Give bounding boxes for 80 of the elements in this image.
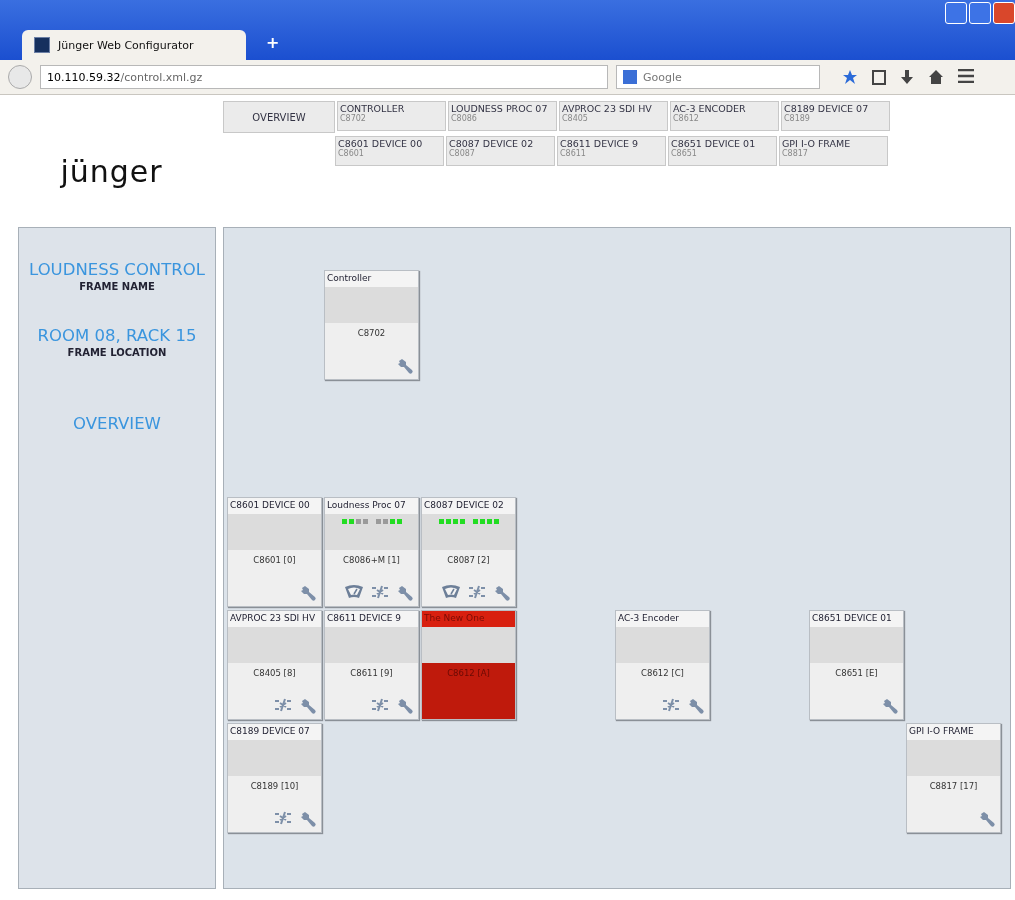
nav-item[interactable]: C8651 DEVICE 01 C8651	[668, 136, 777, 166]
device-address: C8611 [9]	[349, 668, 394, 678]
device-card[interactable]: C8601 DEVICE 00 C8601 [0]	[227, 497, 322, 607]
device-card[interactable]: AC-3 Encoder C8612 [C]	[615, 610, 710, 720]
device-address: C8086+M [1]	[342, 555, 401, 565]
nav-item[interactable]: C8611 DEVICE 9 C8611	[557, 136, 666, 166]
back-button[interactable]	[8, 65, 32, 89]
device-title: C8611 DEVICE 9	[325, 611, 418, 627]
device-title: The New One	[422, 611, 515, 627]
nav-item[interactable]: OVERVIEW	[223, 101, 335, 133]
device-card[interactable]: Controller C8702	[324, 270, 419, 380]
device-title: GPI I-O FRAME	[907, 724, 1000, 740]
nav-item[interactable]: C8087 DEVICE 02 C8087	[446, 136, 555, 166]
clipboard-icon[interactable]	[872, 69, 886, 85]
gauge-icon[interactable]	[344, 584, 364, 600]
device-card[interactable]: C8611 DEVICE 9 C8611 [9]	[324, 610, 419, 720]
device-title: Loudness Proc 07	[325, 498, 418, 514]
frame-location: ROOM 08, RACK 15	[37, 326, 197, 345]
maximize-button[interactable]	[969, 2, 991, 24]
device-card[interactable]: AVPROC 23 SDI HV C8405 [8]	[227, 610, 322, 720]
device-card[interactable]: Loudness Proc 07 C8086+M [1]	[324, 497, 419, 607]
device-card[interactable]: C8087 DEVICE 02 C8087 [2]	[421, 497, 516, 607]
device-card[interactable]: C8189 DEVICE 07 C8189 [10]	[227, 723, 322, 833]
device-address: C8087 [2]	[446, 555, 491, 565]
download-icon[interactable]	[900, 69, 914, 85]
network-icon[interactable]	[370, 697, 390, 713]
wrench-icon[interactable]	[493, 584, 511, 602]
frame-location-label: FRAME LOCATION	[67, 347, 167, 358]
wrench-icon[interactable]	[299, 810, 317, 828]
device-address: C8189 [10]	[249, 781, 300, 791]
frame-name: LOUDNESS CONTROL	[29, 260, 205, 279]
device-address: C8612 [C]	[640, 668, 685, 678]
address-field[interactable]: 10.110.59.32/control.xml.gz	[40, 65, 608, 89]
device-title: C8651 DEVICE 01	[810, 611, 903, 627]
device-title: C8189 DEVICE 07	[228, 724, 321, 740]
wrench-icon[interactable]	[396, 697, 414, 715]
device-title: AC-3 Encoder	[616, 611, 709, 627]
device-title: C8087 DEVICE 02	[422, 498, 515, 514]
network-icon[interactable]	[370, 584, 390, 600]
network-icon[interactable]	[661, 697, 681, 713]
device-address: C8601 [0]	[252, 555, 297, 565]
close-button[interactable]	[993, 2, 1015, 24]
nav-item[interactable]: CONTROLLER C8702	[337, 101, 446, 131]
gauge-icon[interactable]	[441, 584, 461, 600]
wrench-icon[interactable]	[978, 810, 996, 828]
star-icon[interactable]	[842, 69, 858, 85]
device-address: C8651 [E]	[834, 668, 879, 678]
new-tab-button[interactable]: +	[266, 33, 280, 52]
device-address: C8405 [8]	[252, 668, 297, 678]
device-title: Controller	[325, 271, 418, 287]
wrench-icon[interactable]	[299, 584, 317, 602]
device-card[interactable]: GPI I-O FRAME C8817 [17]	[906, 723, 1001, 833]
device-card[interactable]: C8651 DEVICE 01 C8651 [E]	[809, 610, 904, 720]
menu-icon[interactable]	[958, 69, 974, 83]
network-icon[interactable]	[467, 584, 487, 600]
device-title: C8601 DEVICE 00	[228, 498, 321, 514]
nav-item[interactable]: C8601 DEVICE 00 C8601	[335, 136, 444, 166]
wrench-icon[interactable]	[881, 697, 899, 715]
nav-item[interactable]: GPI I-O FRAME C8817	[779, 136, 888, 166]
minimize-button[interactable]	[945, 2, 967, 24]
network-icon[interactable]	[273, 810, 293, 826]
wrench-icon[interactable]	[687, 697, 705, 715]
nav-item[interactable]: AC-3 ENCODER C8612	[670, 101, 779, 131]
home-icon[interactable]	[928, 69, 944, 85]
device-address: C8702	[356, 328, 387, 338]
frame-name-label: FRAME NAME	[79, 281, 155, 292]
nav-item[interactable]: C8189 DEVICE 07 C8189	[781, 101, 890, 131]
device-address: C8612 [A]	[446, 668, 491, 678]
nav-item[interactable]: LOUDNESS PROC 07 C8086	[448, 101, 557, 131]
nav-item[interactable]: AVPROC 23 SDI HV C8405	[559, 101, 668, 131]
wrench-icon[interactable]	[396, 584, 414, 602]
page-icon	[34, 37, 50, 53]
device-title: AVPROC 23 SDI HV	[228, 611, 321, 627]
logo: jünger	[60, 154, 163, 189]
network-icon[interactable]	[273, 697, 293, 713]
search-field[interactable]: Google	[616, 65, 820, 89]
browser-tab[interactable]: Jünger Web Configurator	[22, 30, 246, 60]
wrench-icon[interactable]	[299, 697, 317, 715]
device-address: C8817 [17]	[928, 781, 979, 791]
wrench-icon[interactable]	[396, 357, 414, 375]
